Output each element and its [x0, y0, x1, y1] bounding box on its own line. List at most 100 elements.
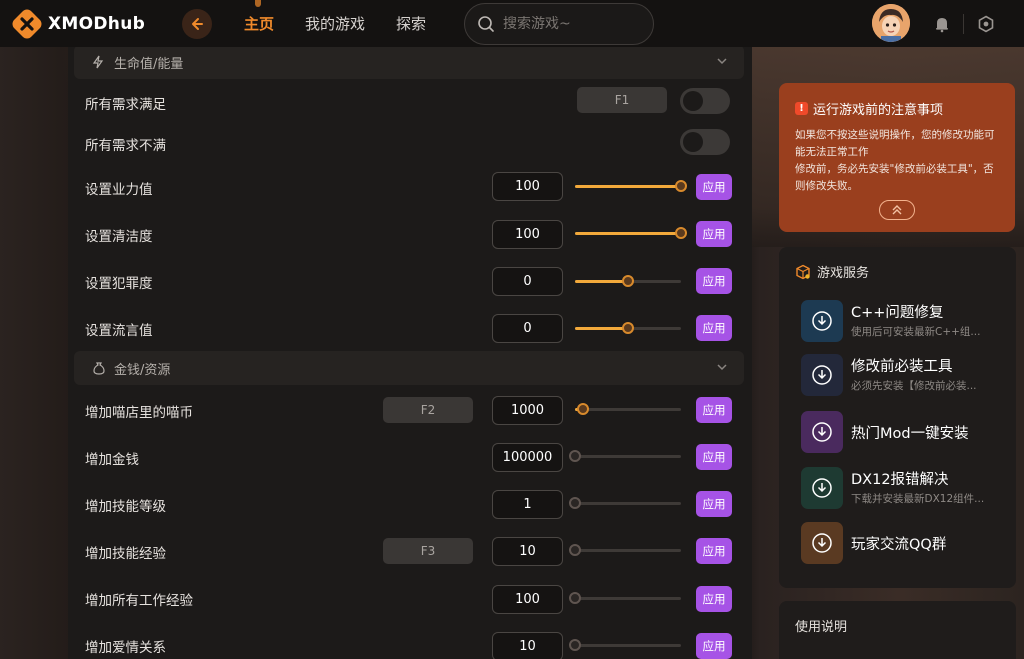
hotkey-f3[interactable]: F3: [383, 538, 473, 564]
download-icon: [812, 422, 832, 442]
service-icon: [801, 467, 843, 509]
row-label-skill-exp: 增加技能经验: [85, 546, 166, 562]
value-input-hygiene[interactable]: 100: [492, 220, 563, 249]
slider-work-exp[interactable]: [569, 591, 681, 605]
row-label-crime: 设置犯罪度: [85, 276, 153, 292]
service-name: 玩家交流QQ群: [851, 537, 947, 553]
notice-header: ! 运行游戏前的注意事项: [795, 99, 999, 118]
download-icon: [812, 533, 832, 553]
notice-card: ! 运行游戏前的注意事项 如果您不按这些说明操作，您的修改功能可能无法正常工作 …: [779, 83, 1015, 232]
row-label-money: 增加金钱: [85, 452, 139, 468]
logo-icon: [12, 9, 42, 39]
row-label-rumor: 设置流言值: [85, 323, 153, 339]
section-title-money: 金钱/资源: [114, 362, 171, 378]
slider-money[interactable]: [569, 449, 681, 463]
service-item[interactable]: 玩家交流QQ群: [801, 522, 1011, 566]
usage-title: 使用说明: [795, 620, 848, 635]
service-name: 热门Mod一键安装: [851, 426, 969, 442]
row-label-needs-full: 所有需求满足: [85, 97, 166, 113]
slider-hygiene[interactable]: [575, 226, 687, 240]
slider-romance[interactable]: [569, 638, 681, 652]
apply-button-crime[interactable]: 应用: [696, 268, 732, 294]
chevron-down-icon: [716, 55, 728, 71]
download-icon: [812, 365, 832, 385]
value-input-skill-level[interactable]: 1: [492, 490, 563, 519]
value-input-skill-exp[interactable]: 10: [492, 537, 563, 566]
slider-cat-coins[interactable]: [575, 402, 681, 416]
back-arrow-icon: [192, 18, 203, 30]
apply-button-money[interactable]: 应用: [696, 444, 732, 470]
download-icon: [812, 311, 832, 331]
value-input-work-exp[interactable]: 100: [492, 585, 563, 614]
toggle-needs-empty[interactable]: [680, 129, 730, 155]
back-button[interactable]: [182, 9, 212, 39]
toggle-knob: [683, 132, 703, 152]
usage-card: 使用说明: [779, 601, 1016, 659]
package-icon: [796, 264, 810, 279]
service-icon: [801, 354, 843, 396]
notice-body: 如果您不按这些说明操作，您的修改功能可能无法正常工作 修改前，务必先安装"修改前…: [795, 127, 999, 195]
avatar[interactable]: [872, 4, 910, 42]
slider-karma[interactable]: [575, 179, 687, 193]
collapse-button[interactable]: [879, 200, 915, 220]
service-name: C++问题修复: [851, 305, 944, 321]
search-input[interactable]: [503, 16, 643, 32]
row-label-needs-empty: 所有需求不满: [85, 138, 166, 154]
value-input-rumor[interactable]: 0: [492, 314, 563, 343]
row-label-hygiene: 设置清洁度: [85, 229, 153, 245]
service-icon: [801, 411, 843, 453]
slider-rumor[interactable]: [575, 321, 681, 335]
service-desc: 下载并安装最新DX12组件...: [851, 493, 985, 505]
chevron-down-icon: [716, 361, 728, 377]
apply-button-romance[interactable]: 应用: [696, 633, 732, 659]
service-item[interactable]: 修改前必装工具 必须先安装【修改前必装...: [801, 354, 1011, 398]
hotkey-f1[interactable]: F1: [577, 87, 667, 113]
top-bar: XMODhub 主页 我的游戏 探索: [0, 0, 1024, 47]
nav-home[interactable]: 主页: [244, 13, 274, 34]
search-box[interactable]: [464, 3, 654, 45]
cheat-panel: 生命值/能量 所有需求满足 F1 所有需求不满 设置业力值 100 应用 设置清…: [68, 47, 752, 659]
apply-button-skill-level[interactable]: 应用: [696, 491, 732, 517]
slider-skill-level[interactable]: [569, 496, 681, 510]
section-header-money[interactable]: 金钱/资源: [74, 351, 744, 385]
notification-icon[interactable]: [930, 12, 954, 36]
services-header: 游戏服务: [795, 262, 869, 281]
value-input-cat-coins[interactable]: 1000: [492, 396, 563, 425]
service-item[interactable]: 热门Mod一键安装: [801, 411, 1011, 455]
apply-button-hygiene[interactable]: 应用: [696, 221, 732, 247]
slider-skill-exp[interactable]: [569, 543, 681, 557]
logo[interactable]: XMODhub: [12, 9, 145, 39]
value-input-money[interactable]: 100000: [492, 443, 563, 472]
download-icon: [812, 478, 832, 498]
nav-my-games[interactable]: 我的游戏: [305, 13, 365, 34]
hotkey-f2[interactable]: F2: [383, 397, 473, 423]
warning-icon: !: [795, 102, 808, 115]
nav-active-indicator: [255, 0, 261, 7]
value-input-romance[interactable]: 10: [492, 632, 563, 659]
settings-icon[interactable]: [974, 12, 998, 36]
slider-crime[interactable]: [575, 274, 681, 288]
apply-button-skill-exp[interactable]: 应用: [696, 538, 732, 564]
apply-button-rumor[interactable]: 应用: [696, 315, 732, 341]
value-input-crime[interactable]: 0: [492, 267, 563, 296]
apply-button-karma[interactable]: 应用: [696, 174, 732, 200]
service-desc: 必须先安装【修改前必装...: [851, 380, 977, 392]
apply-button-cat-coins[interactable]: 应用: [696, 397, 732, 423]
value-input-karma[interactable]: 100: [492, 172, 563, 201]
section-header-vitals[interactable]: 生命值/能量: [74, 47, 744, 79]
service-desc: 使用后可安装最新C++组...: [851, 326, 981, 338]
nav-explore[interactable]: 探索: [396, 13, 426, 34]
topbar-divider: [963, 14, 964, 34]
section-title-vitals: 生命值/能量: [114, 56, 184, 72]
service-name: DX12报错解决: [851, 472, 949, 488]
service-item[interactable]: DX12报错解决 下载并安装最新DX12组件...: [801, 467, 1011, 511]
services-title: 游戏服务: [817, 266, 870, 281]
chevrons-up-icon: [892, 205, 902, 215]
service-name: 修改前必装工具: [851, 359, 953, 375]
toggle-needs-full[interactable]: [680, 88, 730, 114]
row-label-work-exp: 增加所有工作经验: [85, 593, 193, 609]
lightning-icon: [92, 54, 108, 70]
brand-name: XMODhub: [48, 14, 146, 34]
service-item[interactable]: C++问题修复 使用后可安装最新C++组...: [801, 300, 1011, 344]
apply-button-work-exp[interactable]: 应用: [696, 586, 732, 612]
